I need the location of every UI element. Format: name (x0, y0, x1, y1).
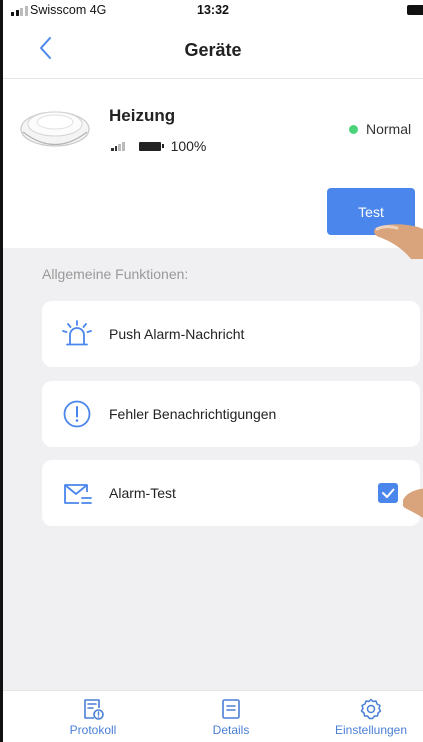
device-meta: 100% (111, 138, 206, 154)
error-notifications-item[interactable]: Fehler Benachrichtigungen (42, 381, 420, 447)
settings-gear-icon (360, 698, 382, 720)
item-label: Push Alarm-Nachricht (109, 326, 245, 342)
siren-icon (62, 320, 92, 346)
navigation-bar: Geräte (3, 22, 423, 79)
alarm-test-item[interactable]: Alarm-Test (42, 460, 420, 526)
section-label: Allgemeine Funktionen: (42, 266, 189, 282)
tab-einstellungen[interactable]: Einstellungen (321, 691, 421, 742)
status-bar: Swisscom 4G 13:32 (3, 0, 423, 22)
tab-bar: Protokoll Details Einstellungen (3, 690, 423, 742)
status-label: Normal (366, 121, 412, 137)
status-dot-icon (349, 124, 358, 134)
finger-icon (374, 224, 423, 259)
device-battery-icon (138, 141, 164, 151)
exclamation-circle-icon (63, 400, 91, 428)
tab-protokoll[interactable]: Protokoll (53, 691, 133, 742)
envelope-icon (64, 484, 92, 504)
item-label: Alarm-Test (109, 485, 176, 501)
device-card: Heizung 100% Normal Test (3, 79, 423, 248)
protocol-icon (84, 699, 104, 720)
push-alarm-item[interactable]: Push Alarm-Nachricht (42, 301, 420, 367)
app-screen: Swisscom 4G 13:32 Geräte Heizung 100% No… (0, 0, 423, 742)
device-status: Normal (349, 121, 411, 137)
details-icon (222, 699, 240, 719)
device-name: Heizung (109, 106, 176, 125)
tab-details[interactable]: Details (191, 691, 271, 742)
battery-level: 100% (170, 138, 207, 154)
item-label: Fehler Benachrichtigungen (109, 406, 277, 422)
finger-icon (403, 488, 423, 518)
tab-label: Protokoll (69, 723, 117, 737)
tab-label: Einstellungen (334, 723, 408, 737)
clock: 13:32 (197, 3, 229, 17)
tab-label: Details (212, 723, 250, 737)
alarm-test-checkbox[interactable] (378, 483, 398, 503)
page-title: Geräte (184, 40, 242, 60)
smoke-detector-image (20, 111, 90, 147)
battery-icon (407, 5, 423, 15)
device-signal-icon (111, 141, 125, 151)
